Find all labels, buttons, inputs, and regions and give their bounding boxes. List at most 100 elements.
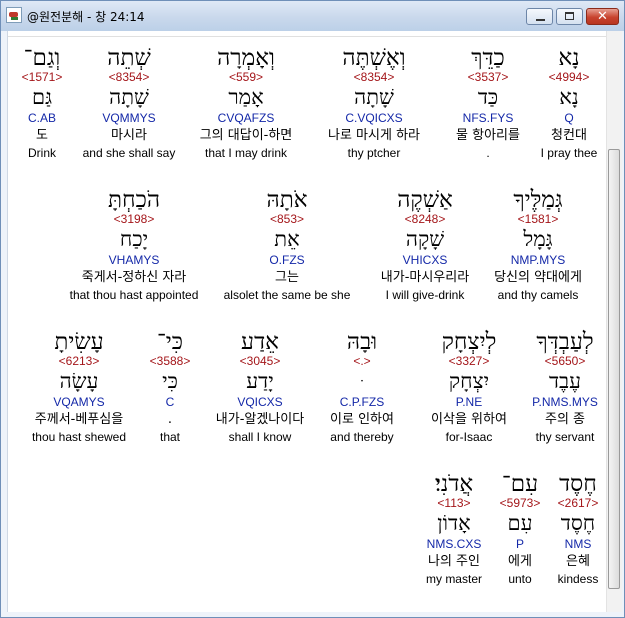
word-strong-number[interactable]: <8354> — [308, 70, 440, 84]
word-strong-number[interactable]: <1571> — [12, 70, 72, 84]
word-hebrew: וְאֶשְׁתֶּה — [342, 45, 406, 71]
word-parsing-code: NMP.MYS — [510, 253, 566, 267]
word-lemma: גָּמָל — [523, 227, 553, 251]
word-korean-gloss: 내가-알겠나이다 — [215, 412, 305, 427]
word-english-gloss: unto — [508, 572, 532, 586]
word-parsing-code: NMS.CXS — [426, 537, 482, 551]
word-parsing-code: NMS — [564, 537, 592, 551]
word-hebrew: שְׁתֵה — [107, 45, 151, 71]
word-parsing-code: O.FZS — [269, 253, 305, 267]
title-bar[interactable]: @원전분해 - 창 24:14 ✕ — [1, 1, 624, 31]
interlinear-panel: נָא <4994> נָא Q 청컨대 I pray thee כַדֵּךְ… — [7, 31, 606, 612]
word-strong-number[interactable]: <3045> — [204, 354, 316, 368]
word-english-gloss: Drink — [27, 146, 56, 160]
word-english-gloss: kindess — [557, 572, 599, 586]
word-korean-gloss: 주의 종 — [544, 412, 585, 427]
word-cell[interactable]: וְגַם־ <1571> גַּם C.AB 도 Drink — [12, 45, 72, 165]
word-lemma: כַּד — [477, 85, 499, 109]
word-parsing-code: VQAMYS — [53, 395, 105, 409]
word-cell[interactable]: חֶסֶד <2617> חֶסֶד NMS 은혜 kindess — [548, 471, 606, 591]
word-cell[interactable]: עִם־ <5973> עִם P 에게 unto — [490, 471, 550, 591]
word-english-gloss: that — [159, 430, 180, 444]
word-lemma: שָׁתָה — [109, 85, 149, 109]
word-hebrew: חֶסֶד — [559, 471, 597, 497]
word-korean-gloss: 은혜 — [566, 554, 590, 569]
word-hebrew: וְאָמְרָה — [217, 45, 275, 71]
word-strong-number[interactable]: <113> — [412, 496, 496, 510]
scrollbar-thumb[interactable] — [608, 149, 620, 589]
word-parsing-code: VHAMYS — [108, 253, 160, 267]
maximize-button[interactable] — [556, 8, 583, 25]
word-lemma: עָשָׂה — [59, 369, 99, 393]
word-english-gloss: thou hast shewed — [31, 430, 127, 444]
word-hebrew: לְיִצְחָק — [441, 329, 497, 355]
word-korean-gloss: 죽게서-정하신 자라 — [81, 270, 187, 285]
word-strong-number[interactable]: <2617> — [548, 496, 606, 510]
word-hebrew: הֹכַחְתָּ — [107, 187, 161, 213]
word-cell[interactable]: אַשְׁקֶה <8248> שָׁקָה VHICXS 내가-마시우리라 I… — [362, 187, 488, 307]
word-cell[interactable]: וּבָהּ <.> ּ C.P.FZS 이로 인하여 and thereby — [312, 329, 412, 449]
word-english-gloss: I will give-drink — [385, 288, 465, 302]
word-hebrew: כַדֵּךְ — [471, 45, 505, 71]
close-button[interactable]: ✕ — [586, 8, 619, 25]
word-strong-number[interactable]: <8354> — [74, 70, 184, 84]
vertical-scrollbar[interactable] — [606, 31, 622, 612]
word-cell[interactable]: כַדֵּךְ <3537> כַּד NFS.FYS 물 항아리를 . — [428, 45, 548, 165]
word-korean-gloss: . — [167, 412, 173, 427]
word-strong-number[interactable]: <3198> — [56, 212, 212, 226]
app-window: @원전분해 - 창 24:14 ✕ נָא <4994> נָא Q 청컨대 I… — [0, 0, 625, 618]
word-strong-number[interactable]: <1581> — [478, 212, 598, 226]
word-cell[interactable]: וְאָמְרָה <559> אָמַר CVQAFZS 그의 대답이-하면 … — [180, 45, 312, 165]
word-english-gloss: that I may drink — [204, 146, 288, 160]
word-strong-number[interactable]: <5650> — [524, 354, 606, 368]
word-lemma: יָדַע — [246, 369, 274, 393]
word-hebrew: אֹתָהּ — [266, 187, 308, 213]
word-korean-gloss: 내가-마시우리라 — [380, 270, 470, 285]
word-strong-number[interactable]: <3537> — [428, 70, 548, 84]
word-hebrew: אֲדֹנִי׃ — [434, 471, 474, 497]
word-parsing-code: VQICXS — [237, 395, 283, 409]
word-lemma: גַּם — [31, 85, 53, 109]
word-strong-number[interactable]: <853> — [212, 212, 362, 226]
word-cell[interactable]: הֹכַחְתָּ <3198> יָכַח VHAMYS 죽게서-정하신 자라… — [56, 187, 212, 307]
word-english-gloss: my master — [425, 572, 482, 586]
word-cell[interactable]: אֵדַע <3045> יָדַע VQICXS 내가-알겠나이다 shall… — [204, 329, 316, 449]
word-strong-number[interactable]: <559> — [180, 70, 312, 84]
word-hebrew: לְעַבְדְּךָ — [536, 329, 594, 355]
word-parsing-code: C.P.FZS — [339, 395, 385, 409]
word-hebrew: כִּי־ — [156, 329, 184, 355]
word-cell[interactable]: לְיִצְחָק <3327> יִצְחָק P.NE 이삭을 위하여 fo… — [414, 329, 524, 449]
word-cell[interactable]: אֹתָהּ <853> אֵת O.FZS 그는 alsolet the sa… — [212, 187, 362, 307]
word-cell[interactable]: כִּי־ <3588> כִּי C . that — [138, 329, 202, 449]
word-strong-number[interactable]: <6213> — [20, 354, 138, 368]
word-cell[interactable]: אֲדֹנִי׃ <113> אָדוֹן NMS.CXS 나의 주인 my m… — [412, 471, 496, 591]
word-english-gloss: thy servant — [535, 430, 595, 444]
word-hebrew: אֵדַע — [241, 329, 279, 355]
word-hebrew: וְגַם־ — [23, 45, 61, 71]
top-divider — [8, 31, 606, 37]
word-strong-number[interactable]: <.> — [312, 354, 412, 368]
minimize-button[interactable] — [526, 8, 553, 25]
word-lemma: יָכַח — [119, 227, 149, 251]
word-parsing-code: P — [515, 537, 524, 551]
word-cell[interactable]: לְעַבְדְּךָ <5650> עֶבֶד P.NMS.MYS 주의 종 … — [524, 329, 606, 449]
window-title: @원전분해 - 창 24:14 — [27, 10, 145, 24]
word-korean-gloss: 당신의 약대에게 — [494, 270, 582, 285]
word-cell[interactable]: שְׁתֵה <8354> שָׁתָה VQMMYS 마시라 and she … — [74, 45, 184, 165]
word-strong-number[interactable]: <3588> — [138, 354, 202, 368]
word-cell[interactable]: וְאֶשְׁתֶּה <8354> שָׁתָה C.VQICXS 나로 마시… — [308, 45, 440, 165]
word-korean-gloss: 이삭을 위하여 — [431, 412, 507, 427]
word-strong-number[interactable]: <8248> — [362, 212, 488, 226]
word-strong-number[interactable]: <3327> — [414, 354, 524, 368]
word-korean-gloss: 나로 마시게 하라 — [328, 128, 420, 143]
word-strong-number[interactable]: <5973> — [490, 496, 550, 510]
word-parsing-code: VHICXS — [402, 253, 448, 267]
word-lemma: אָדוֹן — [437, 511, 471, 535]
word-korean-gloss: 에게 — [508, 554, 532, 569]
word-lemma: עִם — [507, 511, 533, 535]
word-cell[interactable]: עָשִׂיתָ <6213> עָשָׂה VQAMYS 주께서-베푸심을 t… — [20, 329, 138, 449]
word-lemma: ּ — [312, 368, 412, 394]
word-english-gloss: and thy camels — [497, 288, 579, 302]
word-cell[interactable]: גְּמַלֶּיךָ <1581> גָּמָל NMP.MYS 당신의 약대… — [478, 187, 598, 307]
word-english-gloss: thy ptcher — [347, 146, 401, 160]
